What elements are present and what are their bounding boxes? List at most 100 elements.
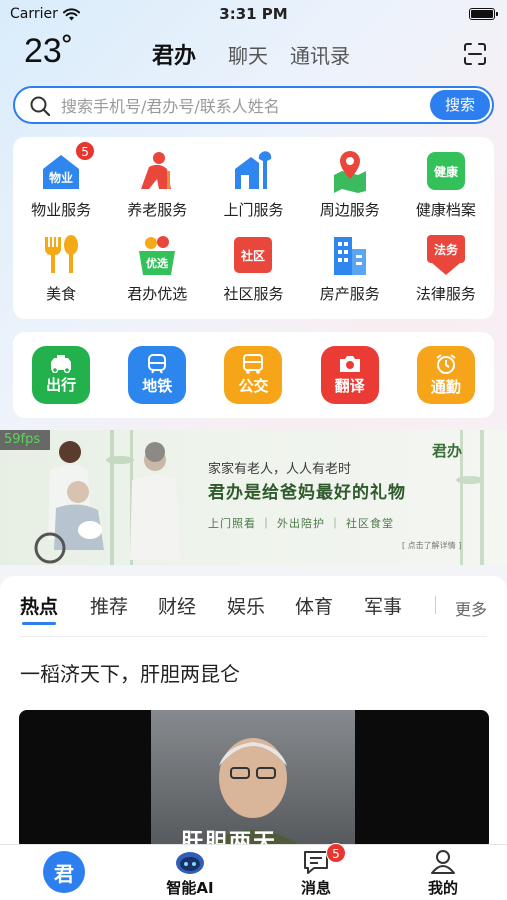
news-tabs: 热点 推荐 财经 娱乐 体育 军事 更多 xyxy=(0,592,507,625)
quick-action-label: 公交 xyxy=(238,377,269,395)
home-logo-text: 君 xyxy=(54,861,74,886)
clock: 3:31 PM xyxy=(219,5,288,23)
building-icon xyxy=(328,233,372,277)
banner-line2: 君办是给爸妈最好的礼物 xyxy=(208,483,406,503)
search-input[interactable] xyxy=(61,94,421,118)
quick-action-commute[interactable]: 通勤 xyxy=(398,332,494,404)
home-logo-icon: 君 xyxy=(43,851,85,893)
taxi-icon[interactable]: 出行 xyxy=(32,346,91,404)
law-icon: 法务 xyxy=(424,233,468,277)
tab-messages[interactable]: 5 消息 xyxy=(266,843,366,900)
select-icon-text: 优选 xyxy=(146,256,168,270)
service-label: 社区服务 xyxy=(223,285,284,303)
battery-icon xyxy=(469,8,498,20)
tab-chat[interactable]: 聊天 xyxy=(228,40,268,69)
banner-features: 上门照看 ｜ 外出陪护 ｜ 社区食堂 xyxy=(208,517,394,530)
location-pin-icon xyxy=(328,149,372,193)
service-label: 君办优选 xyxy=(127,285,188,303)
service-food[interactable]: 美食 xyxy=(13,221,109,305)
bottom-tab-bar: 君 智能AI 5 消息 我的 xyxy=(0,843,507,900)
header: 23˚ 君办 聊天 通讯录 xyxy=(0,28,507,82)
service-home-service[interactable]: 上门服务 xyxy=(205,137,301,221)
quick-action-translate[interactable]: 翻译 xyxy=(302,332,398,404)
status-bar: Carrier 3:31 PM xyxy=(0,0,507,28)
tab-home[interactable]: 君 xyxy=(14,845,114,900)
tab-junban[interactable]: 君办 xyxy=(152,38,196,70)
service-label: 美食 xyxy=(46,285,77,303)
search-button[interactable]: 搜索 xyxy=(430,90,490,120)
news-tab-hot[interactable]: 热点 xyxy=(20,592,58,625)
scan-icon[interactable] xyxy=(463,42,487,66)
temperature: 23˚ xyxy=(24,32,74,70)
service-health-record[interactable]: 健康 健康档案 xyxy=(398,137,494,221)
service-label: 周边服务 xyxy=(319,201,380,219)
quick-action-label: 通勤 xyxy=(430,378,461,396)
health-record-icon: 健康 xyxy=(424,149,468,193)
tab-smart-ai[interactable]: 智能AI xyxy=(140,845,240,900)
bus-icon[interactable]: 公交 xyxy=(224,346,283,404)
news-headline[interactable]: 一稻济天下，肝胆两昆仑 xyxy=(20,658,240,687)
service-property[interactable]: 物业 5 物业服务 xyxy=(13,137,109,221)
services-card: 物业 5 物业服务 养老服务 上门服务 周边服务 健康 健康档案 美食 优选 君… xyxy=(13,137,494,319)
news-more-button[interactable]: 更多 xyxy=(455,596,487,620)
tab-contacts[interactable]: 通讯录 xyxy=(290,40,350,69)
health-icon-text: 健康 xyxy=(434,164,459,179)
news-section: 热点 推荐 财经 娱乐 体育 军事 更多 一稻济天下，肝胆两昆仑 肝胆两天 xyxy=(0,576,507,844)
banner-cta[interactable]: [ 点击了解详情 ] xyxy=(402,540,461,551)
alarm-clock-icon[interactable]: 通勤 xyxy=(416,346,475,404)
quick-action-label: 地铁 xyxy=(142,377,173,395)
service-label: 法律服务 xyxy=(415,285,476,303)
banner-brand: 君办 xyxy=(432,442,463,460)
tab-label: 消息 xyxy=(300,879,331,897)
robot-icon xyxy=(176,852,204,874)
service-label: 物业服务 xyxy=(31,201,92,219)
news-video[interactable]: 肝胆两天 xyxy=(19,710,489,844)
profile-icon xyxy=(431,850,455,874)
news-tab-finance[interactable]: 财经 xyxy=(158,592,196,619)
news-tab-military[interactable]: 军事 xyxy=(364,592,402,619)
community-icon-text: 社区 xyxy=(240,248,265,263)
news-tab-recommend[interactable]: 推荐 xyxy=(90,592,128,619)
service-real-estate[interactable]: 房产服务 xyxy=(302,221,398,305)
tab-profile[interactable]: 我的 xyxy=(393,845,493,900)
service-label: 房产服务 xyxy=(319,285,380,303)
service-label: 健康档案 xyxy=(415,201,476,219)
news-tab-sports[interactable]: 体育 xyxy=(295,592,333,619)
elderly-care-icon xyxy=(135,149,179,193)
service-label: 上门服务 xyxy=(223,201,284,219)
service-elderly-care[interactable]: 养老服务 xyxy=(109,137,205,221)
law-icon-text: 法务 xyxy=(434,242,459,257)
tab-label: 智能AI xyxy=(166,879,214,897)
messages-badge: 5 xyxy=(326,843,346,863)
search-icon xyxy=(30,96,51,117)
quick-action-label: 翻译 xyxy=(334,377,365,395)
service-legal[interactable]: 法务 法律服务 xyxy=(398,221,494,305)
promo-banner[interactable]: 君办 家家有老人，人人有老时 君办是给爸妈最好的礼物 上门照看 ｜ 外出陪护 ｜… xyxy=(0,430,507,565)
community-icon: 社区 xyxy=(231,233,275,277)
quick-action-bus[interactable]: 公交 xyxy=(205,332,301,404)
tab-separator xyxy=(435,596,436,614)
news-tab-entertainment[interactable]: 娱乐 xyxy=(227,592,265,619)
property-icon: 物业 5 xyxy=(39,141,96,193)
quick-actions-card: 出行 地铁 公交 翻译 通勤 xyxy=(13,332,494,418)
home-service-icon xyxy=(231,149,275,193)
tab-label: 我的 xyxy=(427,879,458,897)
service-nearby[interactable]: 周边服务 xyxy=(302,137,398,221)
food-icon xyxy=(39,233,83,277)
video-caption: 肝胆两天 xyxy=(181,830,278,844)
message-icon: 5 xyxy=(302,843,346,875)
property-icon-text: 物业 xyxy=(49,170,73,185)
quick-action-travel[interactable]: 出行 xyxy=(13,332,109,404)
fps-counter: 59fps xyxy=(0,430,50,450)
quick-action-label: 出行 xyxy=(46,376,77,394)
service-label: 养老服务 xyxy=(127,201,188,219)
camera-icon[interactable]: 翻译 xyxy=(320,346,379,404)
search-bar: 搜索 xyxy=(13,86,494,124)
shopping-basket-icon: 优选 xyxy=(135,233,179,277)
service-community[interactable]: 社区 社区服务 xyxy=(205,221,301,305)
quick-action-metro[interactable]: 地铁 xyxy=(109,332,205,404)
metro-icon[interactable]: 地铁 xyxy=(128,346,187,404)
service-junban-select[interactable]: 优选 君办优选 xyxy=(109,221,205,305)
banner-line1: 家家有老人，人人有老时 xyxy=(208,462,352,477)
news-divider xyxy=(20,636,487,637)
